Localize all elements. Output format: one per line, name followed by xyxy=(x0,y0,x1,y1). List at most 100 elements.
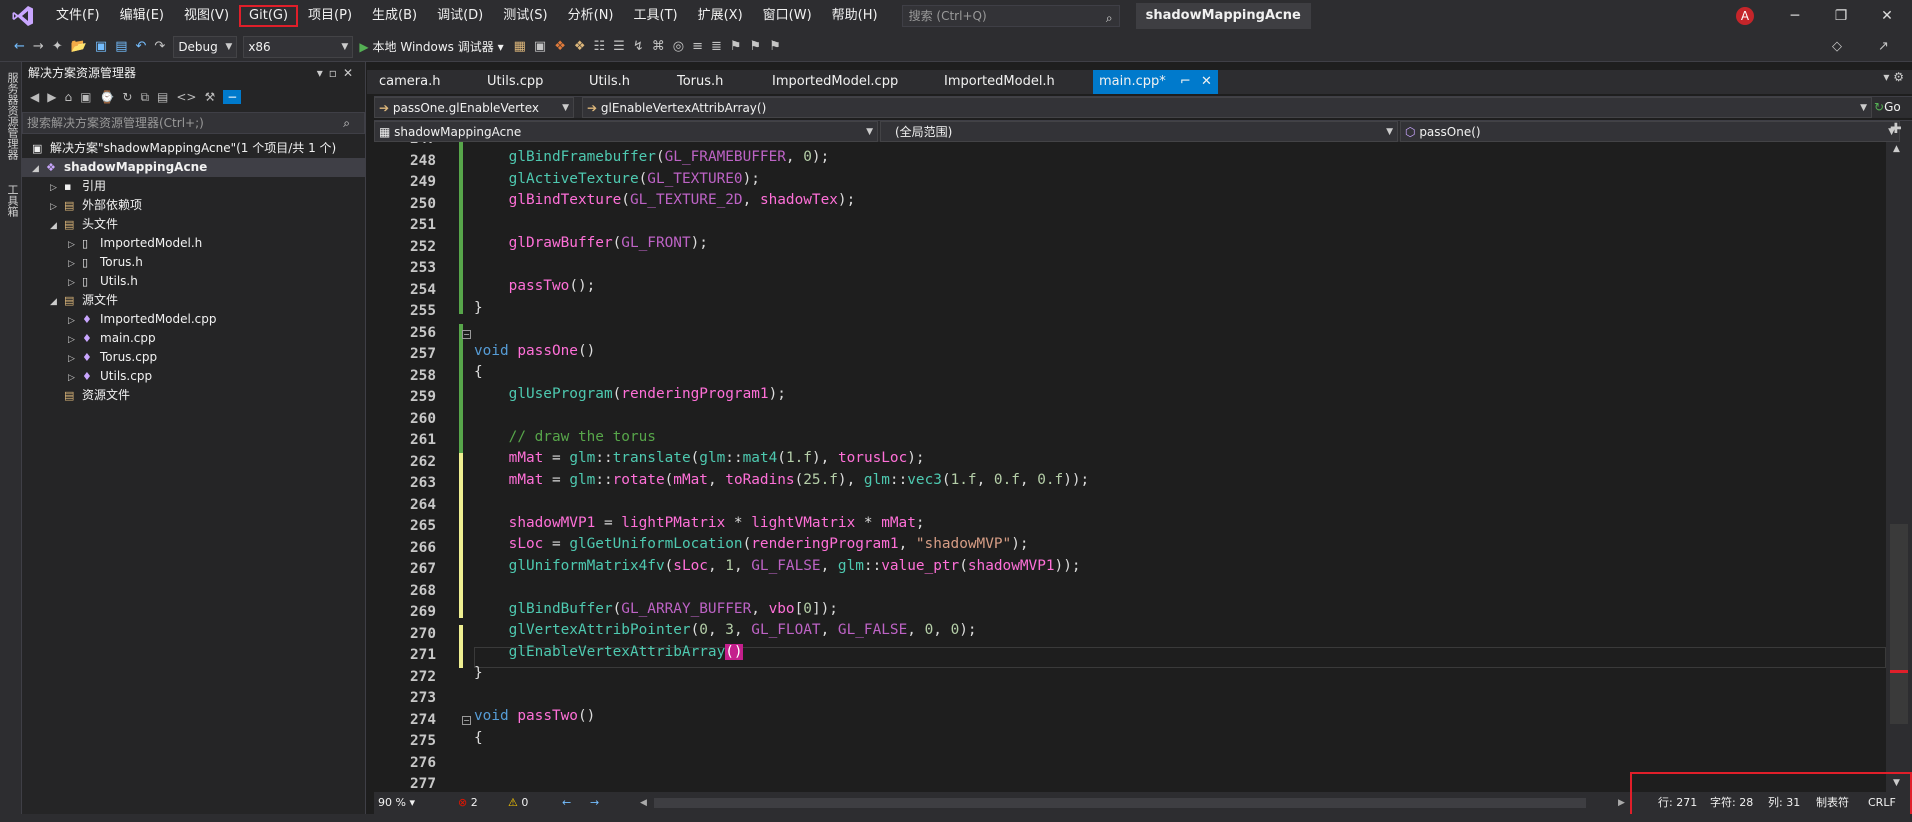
search-input[interactable]: 搜索 (Ctrl+Q) ⌕ xyxy=(901,5,1120,27)
configuration-select[interactable]: Debug ▼ xyxy=(173,35,238,58)
tree-file[interactable]: ▷ ▯ Utils.h xyxy=(22,272,365,291)
back-icon[interactable]: ← xyxy=(14,39,25,54)
minimize-icon[interactable]: ─ xyxy=(1772,0,1818,32)
diamond-icon[interactable]: ◇ xyxy=(1832,39,1842,54)
bookmark-next-icon[interactable]: ⚑ xyxy=(769,39,781,54)
go-button[interactable]: ↻Go xyxy=(1874,97,1901,118)
scroll-up-icon[interactable]: ▲ xyxy=(1893,144,1900,154)
project-dropdown[interactable]: ▦ shadowMappingAcne ▼ xyxy=(374,121,878,142)
tab-overflow-icon[interactable]: ▾ ⚙ xyxy=(1883,70,1904,84)
tree-resource-files[interactable]: ▤ 资源文件 xyxy=(22,386,365,405)
nav-forward-icon[interactable]: → xyxy=(590,792,599,814)
toolbar-icon-2[interactable]: ▣ xyxy=(534,39,546,54)
save-all-icon[interactable]: ▤ xyxy=(115,39,127,54)
close-icon[interactable]: ✕ xyxy=(1864,0,1910,32)
show-all-files-icon[interactable]: ▤ xyxy=(157,90,168,104)
tab-utils-cpp[interactable]: Utils.cpp xyxy=(487,70,543,94)
tree-file[interactable]: ▷ ▯ Torus.h xyxy=(22,253,365,272)
solution-search-input[interactable]: 搜索解决方案资源管理器(Ctrl+;) ⌕ xyxy=(22,112,365,134)
scroll-left-icon[interactable]: ◀ xyxy=(640,792,647,814)
bookmark-icon[interactable]: ⚑ xyxy=(730,39,742,54)
new-project-icon[interactable]: ✦ xyxy=(52,39,63,54)
toolbar-icon-8[interactable]: ⌘ xyxy=(652,39,665,54)
toolbar-icon-9[interactable]: ◎ xyxy=(673,39,684,54)
preview-icon[interactable]: − xyxy=(223,90,242,104)
switch-views-icon[interactable]: ▣ xyxy=(80,90,91,104)
toolbox-tab[interactable]: 工具箱 xyxy=(4,184,20,217)
error-count[interactable]: ⊗ 2 xyxy=(458,792,478,814)
menu-git[interactable]: Git(G) xyxy=(239,5,299,27)
menu-extensions[interactable]: 扩展(X) xyxy=(688,5,753,27)
scrollbar-thumb[interactable] xyxy=(1890,524,1908,724)
tree-references[interactable]: ▷ ▪ 引用 xyxy=(22,177,365,196)
pin-icon[interactable]: ⌐ xyxy=(1180,74,1191,89)
feedback-icon[interactable]: ↗ xyxy=(1878,39,1889,54)
undo-icon[interactable]: ↶ xyxy=(136,39,147,54)
toolbar-icon-6[interactable]: ☰ xyxy=(613,39,625,54)
member-dropdown[interactable]: ➔ passOne.glEnableVertex ▼ xyxy=(374,97,574,118)
scroll-right-icon[interactable]: ▶ xyxy=(1618,792,1625,814)
redo-icon[interactable]: ↷ xyxy=(154,39,165,54)
fold-toggle-icon[interactable]: − xyxy=(462,330,471,339)
tab-importedmodel-h[interactable]: ImportedModel.h xyxy=(944,70,1055,94)
menu-debug[interactable]: 调试(D) xyxy=(427,5,493,27)
tree-file[interactable]: ▷ ▯ ImportedModel.h xyxy=(22,234,365,253)
vertical-scrollbar[interactable]: ▲ ▼ xyxy=(1886,142,1912,792)
warning-count[interactable]: ⚠ 0 xyxy=(508,792,528,814)
open-folder-icon[interactable]: 📂 xyxy=(71,39,87,54)
close-tab-icon[interactable]: ✕ xyxy=(1201,74,1212,89)
symbol-dropdown[interactable]: ➔ glEnableVertexAttribArray() ▼ xyxy=(582,97,1872,118)
comment-icon[interactable]: ≣ xyxy=(711,39,722,54)
toolbar-icon-7[interactable]: ↯ xyxy=(633,39,644,54)
menu-help[interactable]: 帮助(H) xyxy=(822,5,888,27)
forward-icon[interactable]: → xyxy=(33,39,44,54)
tree-file[interactable]: ▷ ♦ Torus.cpp xyxy=(22,348,365,367)
history-icon[interactable]: ⌚ xyxy=(99,90,114,104)
menu-test[interactable]: 测试(S) xyxy=(493,5,557,27)
tree-project[interactable]: ◢ ❖ shadowMappingAcne xyxy=(22,158,365,177)
tree-file[interactable]: ▷ ♦ main.cpp xyxy=(22,329,365,348)
save-icon[interactable]: ▣ xyxy=(95,39,107,54)
server-explorer-tab[interactable]: 服务器资源管理器 xyxy=(4,72,20,160)
tree-header-files[interactable]: ◢ ▤ 头文件 xyxy=(22,215,365,234)
menu-tools[interactable]: 工具(T) xyxy=(624,5,688,27)
start-debugging-button[interactable]: ▶ 本地 Windows 调试器 ▾ xyxy=(359,38,503,55)
menu-view[interactable]: 视图(V) xyxy=(174,5,239,27)
tree-source-files[interactable]: ◢ ▤ 源文件 xyxy=(22,291,365,310)
tree-solution[interactable]: ▣ 解决方案"shadowMappingAcne"(1 个项目/共 1 个) xyxy=(22,139,365,158)
menu-window[interactable]: 窗口(W) xyxy=(753,5,822,27)
platform-select[interactable]: x86 ▼ xyxy=(243,35,354,58)
bookmark-prev-icon[interactable]: ⚑ xyxy=(750,39,762,54)
horizontal-scrollbar[interactable] xyxy=(654,798,1586,808)
properties-icon[interactable]: ⚒ xyxy=(204,90,215,104)
toolbar-icon-10[interactable]: ≡ xyxy=(692,39,703,54)
fold-toggle-icon[interactable]: − xyxy=(462,716,471,725)
function-dropdown[interactable]: ⬡ passOne() ▼ xyxy=(1400,121,1900,142)
home-icon[interactable]: ⌂ xyxy=(64,90,72,104)
scope-dropdown[interactable]: (全局范围) ▼ xyxy=(880,121,1398,142)
forward-icon[interactable]: ▶ xyxy=(47,90,56,104)
tab-utils-h[interactable]: Utils.h xyxy=(589,70,630,94)
collapse-all-icon[interactable]: ⧉ xyxy=(140,90,149,105)
sync-icon[interactable]: ↻ xyxy=(122,90,132,104)
tab-main-cpp[interactable]: main.cpp* ⌐ ✕ xyxy=(1093,70,1218,94)
menu-edit[interactable]: 编辑(E) xyxy=(110,5,174,27)
restore-icon[interactable]: ❐ xyxy=(1818,0,1864,32)
visual-studio-logo-icon[interactable] xyxy=(0,0,46,32)
toolbar-icon-3[interactable]: ❖ xyxy=(554,39,566,54)
code-icon[interactable]: <> xyxy=(176,90,196,104)
tree-external-deps[interactable]: ▷ ▤ 外部依赖项 xyxy=(22,196,365,215)
menu-project[interactable]: 项目(P) xyxy=(298,5,362,27)
zoom-select[interactable]: 90 % ▾ xyxy=(378,792,434,814)
account-avatar[interactable]: A xyxy=(1736,7,1754,25)
nav-back-icon[interactable]: ← xyxy=(562,792,571,814)
tab-camera-h[interactable]: camera.h xyxy=(379,70,440,94)
tree-file[interactable]: ▷ ♦ ImportedModel.cpp xyxy=(22,310,365,329)
toolbar-icon-1[interactable]: ▦ xyxy=(514,39,526,54)
toolbar-icon-4[interactable]: ❖ xyxy=(574,39,586,54)
tab-importedmodel-cpp[interactable]: ImportedModel.cpp xyxy=(772,70,898,94)
menu-file[interactable]: 文件(F) xyxy=(46,5,110,27)
menu-analyze[interactable]: 分析(N) xyxy=(558,5,624,27)
tab-torus-h[interactable]: Torus.h xyxy=(677,70,723,94)
menu-build[interactable]: 生成(B) xyxy=(362,5,427,27)
